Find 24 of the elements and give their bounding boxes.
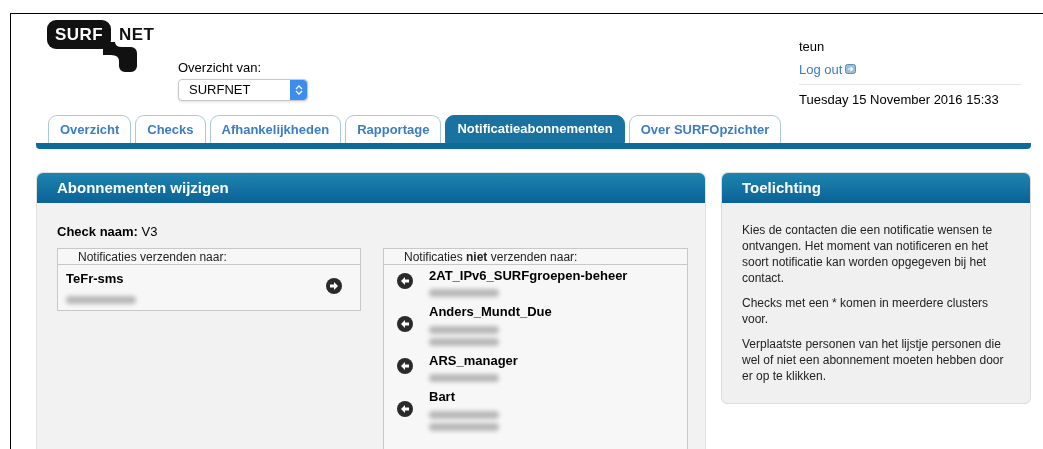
contact-name: TeFr-sms (66, 269, 125, 288)
help-paragraph: Checks met een * komen in meerdere clusters voor. (742, 295, 990, 327)
help-paragraph: Kies de contacten die een notificatie wensen te ontvangen. Het moment van notificeren en het soort notificatie kan worden opgegeven bij het contact. (742, 222, 994, 286)
logout-link[interactable]: Log out (799, 59, 857, 79)
nav-tab[interactable]: Checks (135, 115, 206, 143)
check-name: Check naam: V3 (57, 224, 158, 239)
organization-select[interactable]: SURFNET (178, 79, 308, 101)
nav-tab[interactable]: Afhankelijkheden (209, 115, 342, 143)
list-heading: Notificaties verzenden naar: (78, 249, 227, 264)
date-time: Tuesday 15 November 2016 15:33 (799, 92, 999, 107)
contact-name: ARS_manager (429, 351, 518, 370)
nav-tab[interactable]: Rapportage (345, 115, 442, 143)
username: teun (799, 38, 826, 56)
contact-name: Anders_Mundt_Due (429, 303, 552, 321)
list-heading: Notificaties niet verzenden naar: (404, 249, 578, 264)
nav-tab[interactable]: Over SURFOpzichter (628, 115, 782, 143)
selector-label: Overzicht van: (178, 58, 263, 77)
panel-header: Toelichting (722, 173, 1030, 203)
panel-header: Abonnementen wijzigen (37, 173, 705, 203)
nav-tab[interactable]: Notificatieabonnementen (445, 115, 625, 143)
contact-name: Bart (429, 388, 456, 406)
nav-tab[interactable]: Overzicht (48, 115, 132, 143)
help-paragraph: Verplaatste personen van het lijstje personen die wel of niet een abonnement moeten hebben door er op te klikken. (742, 336, 1005, 384)
contact-name: 2AT_IPv6_SURFgroepen-beheer (429, 266, 628, 285)
